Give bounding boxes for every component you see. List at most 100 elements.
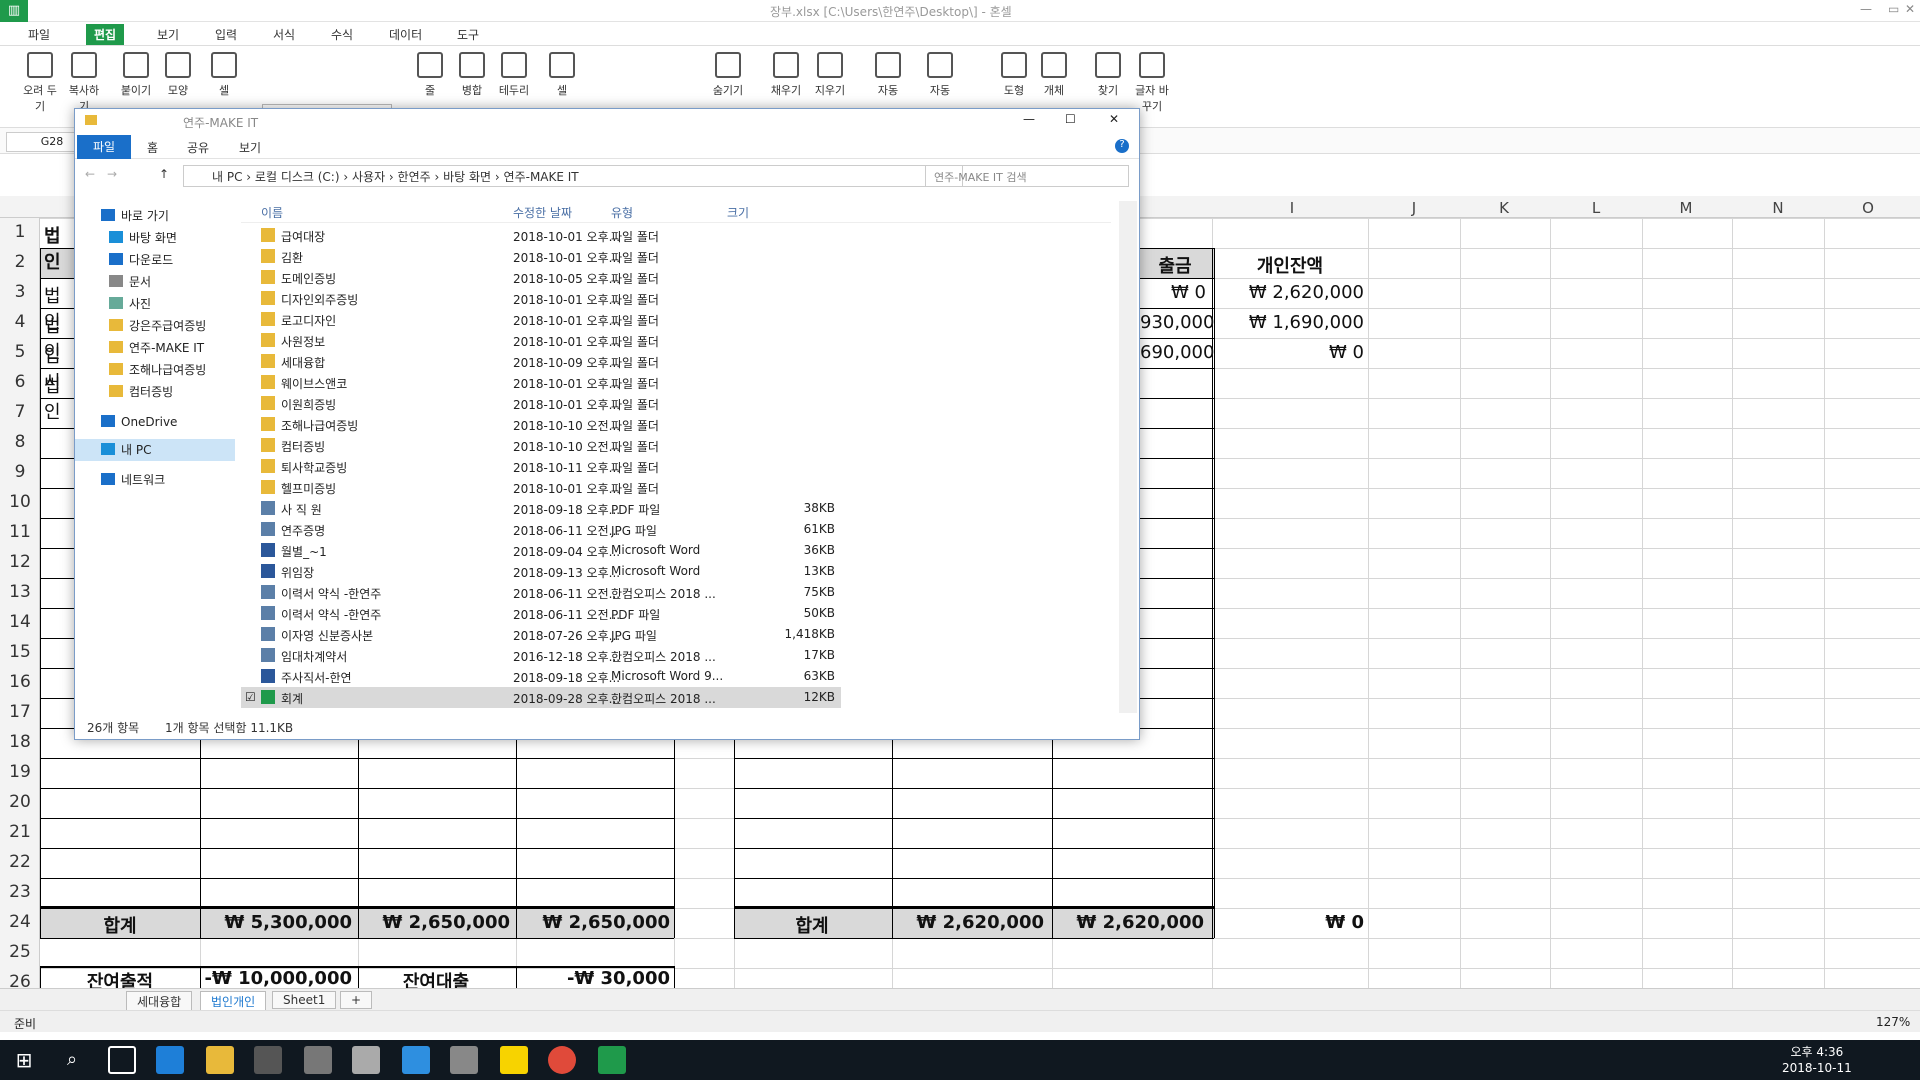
file-row[interactable]: 위임장 2018-09-13 오후... Microsoft Word 13KB (241, 561, 841, 582)
row-header-2[interactable]: 2 (0, 252, 40, 272)
file-row[interactable]: 급여대장 2018-10-01 오후... 파일 폴더 (241, 225, 841, 246)
column-type[interactable]: 유형 (611, 204, 633, 221)
file-row[interactable]: 이력서 약식 -한연주 2018-06-11 오전... 한컴오피스 2018 ..… (241, 582, 841, 603)
breadcrumb-desktop[interactable]: 바탕 화면 (443, 170, 491, 184)
address-bar[interactable]: 내 PC › 로컬 디스크 (C:) › 사용자 › 한연주 › 바탕 화면 ›… (183, 165, 963, 187)
file-row[interactable]: 디자인외주증빙 2018-10-01 오후... 파일 폴더 (241, 288, 841, 309)
cell-d26[interactable]: -₩ 30,000 (516, 968, 670, 989)
file-explorer-icon[interactable] (206, 1046, 234, 1074)
row-header-22[interactable]: 22 (0, 852, 40, 872)
minimize-icon[interactable]: — (1023, 112, 1035, 126)
hide-button[interactable]: 숨기기 (708, 46, 748, 98)
col-header-o[interactable]: O (1828, 199, 1908, 217)
file-row[interactable]: 임대차계약서 2016-12-18 오후... 한컴오피스 2018 ... 17KB (241, 645, 841, 666)
file-row[interactable]: 퇴사학교증빙 2018-10-11 오후... 파일 폴더 (241, 456, 841, 477)
menu-data[interactable]: 데이터 (389, 26, 422, 43)
nav-item[interactable]: 바로 가기 (75, 205, 235, 227)
row-header-20[interactable]: 20 (0, 792, 40, 812)
cell-total-left-1[interactable]: ₩ 5,300,000 (200, 912, 352, 933)
cell-total-right-label[interactable]: 합계 (734, 912, 890, 938)
row-header-18[interactable]: 18 (0, 732, 40, 752)
file-row[interactable]: 이원희증빙 2018-10-01 오후... 파일 폴더 (241, 393, 841, 414)
task-view-icon[interactable] (108, 1046, 136, 1074)
nav-item[interactable]: 내 PC (75, 439, 235, 461)
zoom-level[interactable]: 127% (1876, 1015, 1910, 1029)
edge-icon[interactable] (156, 1046, 184, 1074)
file-row[interactable]: 사원정보 2018-10-01 오후... 파일 폴더 (241, 330, 841, 351)
cell-button[interactable]: 셀 (204, 46, 244, 98)
file-row[interactable]: 조해나급여증빙 2018-10-10 오전... 파일 폴더 (241, 414, 841, 435)
row-header-15[interactable]: 15 (0, 642, 40, 662)
back-icon[interactable]: ← (85, 167, 95, 181)
nav-item[interactable]: 강은주급여증빙 (75, 315, 235, 337)
row-header-4[interactable]: 4 (0, 312, 40, 332)
row-header-17[interactable]: 17 (0, 702, 40, 722)
row-header-19[interactable]: 19 (0, 762, 40, 782)
store-icon[interactable] (254, 1046, 282, 1074)
row-header-21[interactable]: 21 (0, 822, 40, 842)
menu-file[interactable]: 파일 (28, 26, 50, 43)
col-header-l[interactable]: L (1556, 199, 1636, 217)
file-row[interactable]: 웨이브스앤코 2018-10-01 오후... 파일 폴더 (241, 372, 841, 393)
file-row[interactable]: 월별_~1 2018-09-04 오후... Microsoft Word 36KB (241, 540, 841, 561)
start-icon[interactable]: ⊞ (10, 1046, 38, 1074)
file-row[interactable]: 도메인증빙 2018-10-05 오후... 파일 폴더 (241, 267, 841, 288)
shape-button[interactable]: 모양 (158, 46, 198, 98)
row-header-25[interactable]: 25 (0, 942, 40, 962)
maximize-icon[interactable]: ☐ (1065, 112, 1076, 126)
nav-item[interactable]: 네트워크 (75, 469, 235, 491)
row-header-7[interactable]: 7 (0, 402, 40, 422)
nav-item[interactable]: 다운로드 (75, 249, 235, 271)
search-input[interactable]: 연주-MAKE IT 검색 (925, 165, 1129, 187)
cell-h2[interactable]: 출금 (1140, 252, 1210, 278)
file-row[interactable]: 컴터증빙 2018-10-10 오전... 파일 폴더 (241, 435, 841, 456)
hancell-icon[interactable] (598, 1046, 626, 1074)
clear-button[interactable]: 지우기 (810, 46, 850, 98)
cell-a1[interactable]: 법인 (44, 222, 61, 274)
tab-file[interactable]: 파일 (77, 135, 131, 159)
cell2-button[interactable]: 셀 (542, 46, 582, 98)
cell-h4[interactable]: 930,000 (1140, 312, 1214, 333)
cell-i3[interactable]: ₩ 2,620,000 (1212, 282, 1364, 303)
row-header-3[interactable]: 3 (0, 282, 40, 302)
kakaotalk-icon[interactable] (500, 1046, 528, 1074)
forward-icon[interactable]: → (107, 167, 117, 181)
cut-button[interactable]: 오려 두기 (20, 46, 60, 114)
col-header-i[interactable]: I (1252, 199, 1332, 217)
cell-total-left-3[interactable]: ₩ 2,650,000 (516, 912, 670, 933)
cell-h5[interactable]: 690,000 (1140, 342, 1214, 363)
file-row[interactable]: 이력서 약식 -한연주 2018-06-11 오전... PDF 파일 50KB (241, 603, 841, 624)
cell-total-left-label[interactable]: 합계 (42, 912, 198, 938)
file-row[interactable]: 연주증명 2018-06-11 오전... JPG 파일 61KB (241, 519, 841, 540)
settings-icon[interactable] (304, 1046, 332, 1074)
col-header-k[interactable]: K (1464, 199, 1544, 217)
file-row[interactable]: 세대융합 2018-10-09 오후... 파일 폴더 (241, 351, 841, 372)
autosum-button[interactable]: 자동 (868, 46, 908, 98)
replace-button[interactable]: 글자 바꾸기 (1132, 46, 1172, 114)
column-name[interactable]: 이름 (261, 204, 283, 221)
nav-item[interactable]: 문서 (75, 271, 235, 293)
file-row[interactable]: 이자영 신분증사본 2018-07-26 오후... JPG 파일 1,418KB (241, 624, 841, 645)
sheet-app-icon[interactable]: ▥ (0, 0, 28, 22)
shape2-button[interactable]: 도형 (994, 46, 1034, 98)
sheet-tab-2[interactable]: 법인개인 (200, 991, 267, 1012)
gear-icon[interactable] (450, 1046, 478, 1074)
close-icon[interactable]: ✕ (1109, 112, 1119, 126)
cell-total-right-1[interactable]: ₩ 2,620,000 (892, 912, 1044, 933)
menu-tools[interactable]: 도구 (457, 26, 479, 43)
help-icon[interactable]: ? (1115, 139, 1129, 153)
row-header-14[interactable]: 14 (0, 612, 40, 632)
up-icon[interactable]: ↑ (159, 167, 169, 181)
breadcrumb-user[interactable]: 한연주 (398, 170, 431, 184)
mail-icon[interactable] (352, 1046, 380, 1074)
row-header-23[interactable]: 23 (0, 882, 40, 902)
cell-b26[interactable]: -₩ 10,000,000 (200, 968, 352, 989)
row-header-10[interactable]: 10 (0, 492, 40, 512)
border-button[interactable]: 테두리 (494, 46, 534, 98)
cell-total-right-2[interactable]: ₩ 2,620,000 (1052, 912, 1204, 933)
fill-button[interactable]: 채우기 (766, 46, 806, 98)
restore-icon[interactable]: ▭ (1888, 2, 1899, 16)
copy-button[interactable]: 복사하기 (64, 46, 104, 114)
breadcrumb-c[interactable]: 로컬 디스크 (C:) (255, 170, 340, 184)
object-button[interactable]: 개체 (1034, 46, 1074, 98)
